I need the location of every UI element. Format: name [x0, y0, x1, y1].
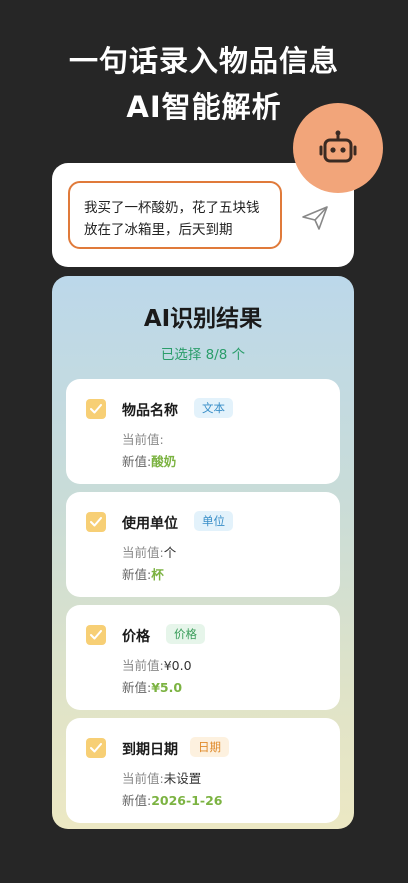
field-type-badge: 文本: [194, 398, 233, 418]
field-name: 到期日期: [122, 742, 178, 758]
ai-result-panel: AI识别结果 已选择 8/8 个 物品名称 文本 当前值: 新值:酸奶 使用单位…: [52, 276, 354, 829]
new-value-row: 新值:杯: [122, 564, 164, 583]
field-type-badge: 日期: [190, 737, 229, 757]
headline-line-1: 一句话录入物品信息: [68, 44, 339, 78]
robot-icon: [293, 103, 383, 193]
new-label: 新值:: [122, 680, 152, 695]
current-value: ¥0.0: [163, 658, 192, 673]
new-value-row: 新值:2026-1-26: [122, 790, 222, 809]
field-name: 价格: [122, 629, 150, 645]
field-name: 物品名称: [122, 403, 178, 419]
send-paper-plane-icon[interactable]: [300, 204, 330, 232]
current-value-row: 当前值:¥0.0: [122, 655, 192, 674]
check-icon: [90, 630, 102, 640]
selected-count: 已选择 8/8 个: [160, 347, 246, 363]
result-item-card[interactable]: 价格 价格 当前值:¥0.0 新值:¥5.0: [66, 605, 340, 710]
check-icon: [90, 404, 102, 414]
current-value-row: 当前值:: [122, 429, 164, 448]
field-type-badge: 价格: [166, 624, 205, 644]
new-value: 酸奶: [151, 454, 177, 469]
result-item-card[interactable]: 物品名称 文本 当前值: 新值:酸奶: [66, 379, 340, 484]
new-label: 新值:: [122, 793, 152, 808]
current-value: 个: [163, 545, 177, 560]
new-value: 2026-1-26: [151, 793, 223, 808]
item-checkbox[interactable]: [86, 738, 106, 758]
new-value: ¥5.0: [151, 680, 183, 695]
check-icon: [90, 517, 102, 527]
input-text-line-1: 我买了一杯酸奶，花了五块钱: [84, 200, 260, 216]
check-icon: [90, 743, 102, 753]
current-label: 当前值:: [122, 545, 164, 560]
current-label: 当前值:: [122, 658, 164, 673]
result-item-card[interactable]: 使用单位 单位 当前值:个 新值:杯: [66, 492, 340, 597]
current-label: 当前值:: [122, 771, 164, 786]
result-title: AI识别结果: [143, 306, 263, 332]
new-label: 新值:: [122, 567, 152, 582]
item-checkbox[interactable]: [86, 399, 106, 419]
input-text-line-2: 放在了冰箱里，后天到期: [84, 222, 233, 238]
current-value-row: 当前值:个: [122, 542, 176, 561]
current-label: 当前值:: [122, 432, 164, 447]
new-value-row: 新值:¥5.0: [122, 677, 182, 696]
item-checkbox[interactable]: [86, 512, 106, 532]
new-label: 新值:: [122, 454, 152, 469]
current-value: 未设置: [163, 771, 202, 786]
field-type-badge: 单位: [194, 511, 233, 531]
current-value-row: 当前值:未设置: [122, 768, 201, 787]
item-checkbox[interactable]: [86, 625, 106, 645]
natural-language-input[interactable]: 我买了一杯酸奶，花了五块钱 放在了冰箱里，后天到期: [68, 181, 282, 249]
field-name: 使用单位: [122, 516, 178, 532]
result-item-card[interactable]: 到期日期 日期 当前值:未设置 新值:2026-1-26: [66, 718, 340, 823]
new-value: 杯: [151, 567, 164, 582]
new-value-row: 新值:酸奶: [122, 451, 176, 470]
